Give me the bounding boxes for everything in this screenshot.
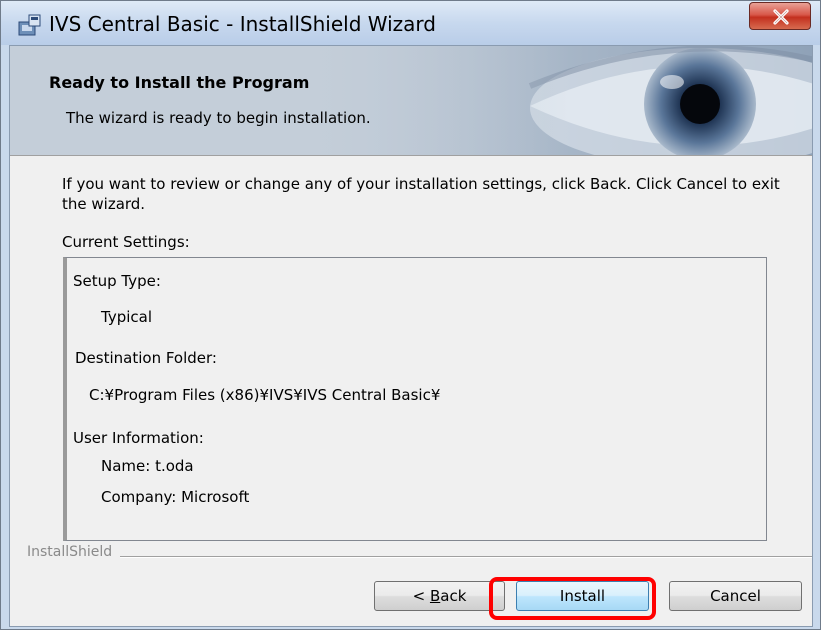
user-company: Company: Microsoft	[101, 488, 250, 506]
banner: Ready to Install the Program The wizard …	[10, 46, 812, 156]
cancel-button[interactable]: Cancel	[669, 581, 802, 611]
install-highlight-annotation	[489, 577, 656, 620]
back-button-label: < Back	[412, 587, 467, 605]
setup-type-label: Setup Type:	[73, 272, 161, 290]
footer-divider	[120, 556, 812, 558]
destination-folder-label: Destination Folder:	[75, 349, 217, 367]
eye-banner-image	[10, 46, 812, 155]
setup-type-value: Typical	[101, 308, 152, 326]
back-button[interactable]: < Back	[374, 581, 505, 611]
current-settings-label: Current Settings:	[62, 233, 190, 251]
destination-folder-value: C:¥Program Files (x86)¥IVS¥IVS Central B…	[89, 386, 441, 404]
title-bar[interactable]: IVS Central Basic - InstallShield Wizard	[1, 1, 820, 45]
installshield-brand: InstallShield	[27, 544, 113, 560]
window-title: IVS Central Basic - InstallShield Wizard	[49, 12, 436, 36]
close-icon	[773, 9, 789, 25]
banner-subtitle: The wizard is ready to begin installatio…	[66, 109, 371, 127]
back-mnemonic: B	[429, 587, 441, 605]
close-button[interactable]	[749, 2, 811, 30]
user-name: Name: t.oda	[101, 457, 194, 475]
banner-title: Ready to Install the Program	[49, 73, 310, 92]
installer-window: IVS Central Basic - InstallShield Wizard	[0, 0, 821, 630]
settings-panel[interactable]: Setup Type: Typical Destination Folder: …	[63, 257, 767, 541]
wizard-body: Ready to Install the Program The wizard …	[9, 45, 813, 627]
user-information-label: User Information:	[73, 429, 204, 447]
instructions-text: If you want to review or change any of y…	[62, 175, 780, 213]
installer-app-icon	[17, 13, 43, 37]
cancel-button-label: Cancel	[710, 587, 761, 605]
